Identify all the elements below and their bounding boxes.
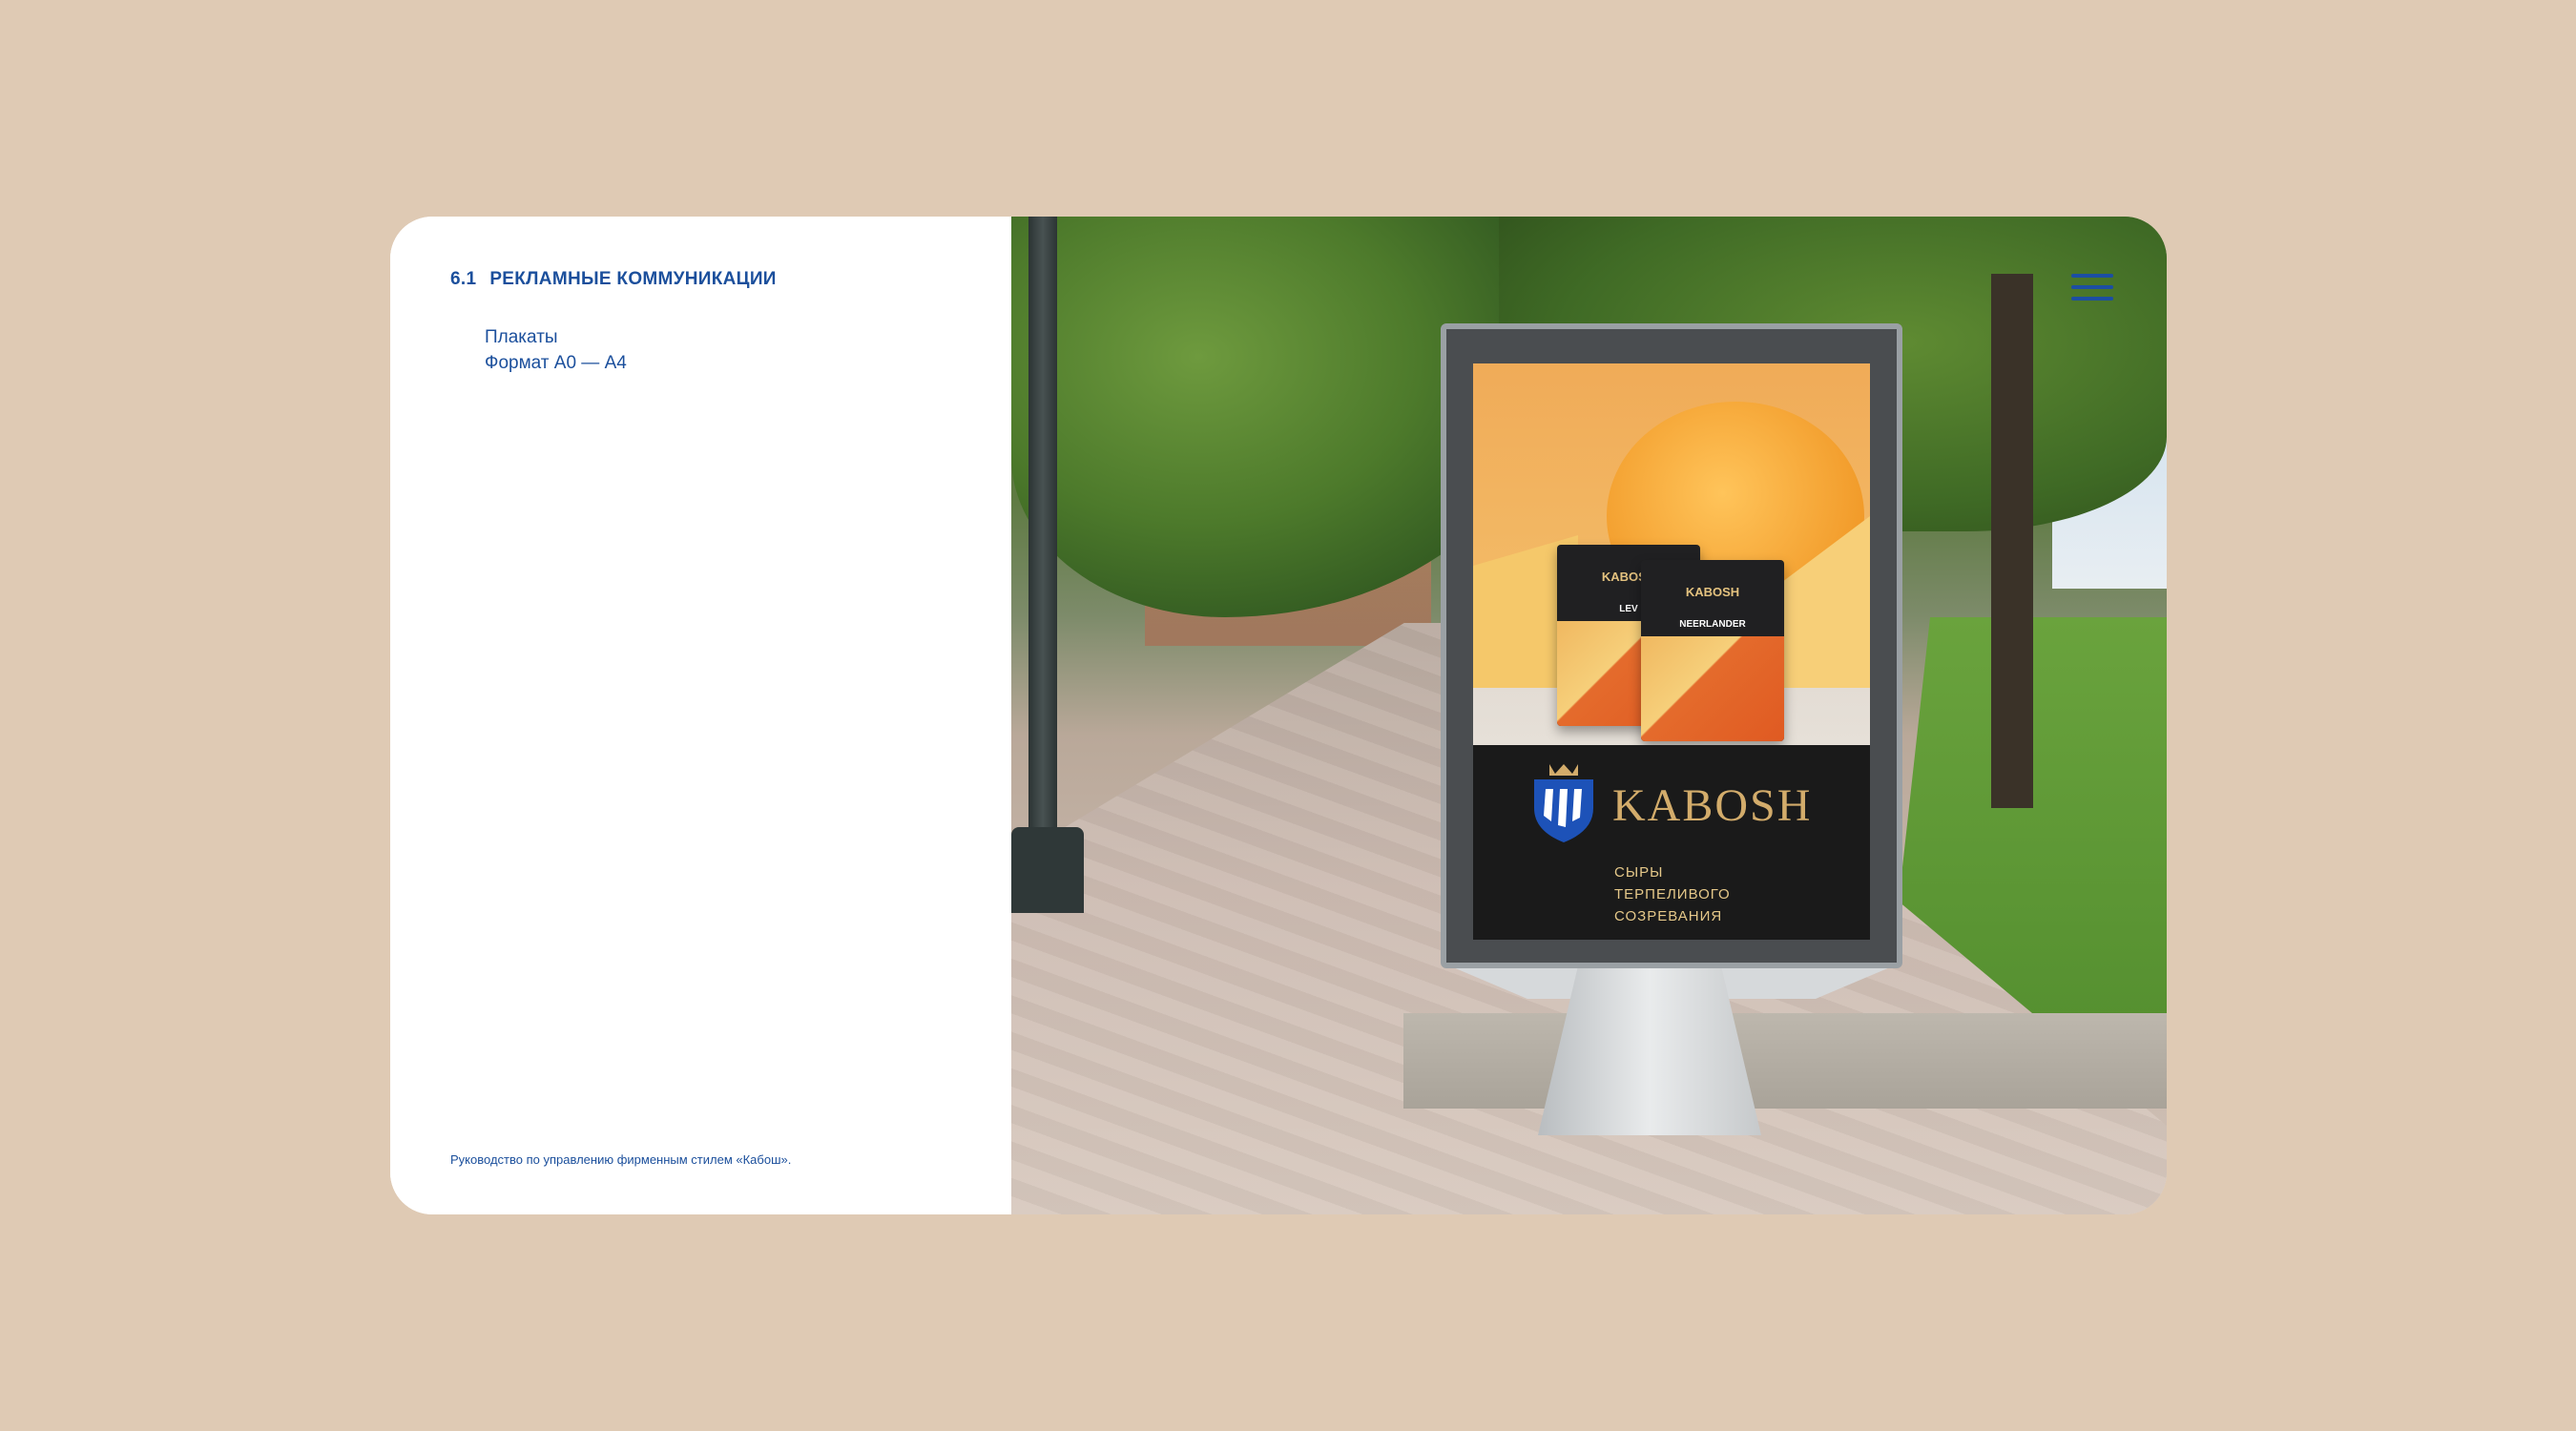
- poster-cheese-photo: KABOSH LEV KABOSH NEERLANDER: [1473, 363, 1870, 745]
- street-lamp-post: [1028, 217, 1057, 903]
- tree-trunk: [1991, 274, 2033, 808]
- tagline-line: ТЕРПЕЛИВОГО: [1614, 886, 1731, 902]
- brand-tagline: СЫРЫ ТЕРПЕЛИВОГО СОЗРЕВАНИЯ: [1614, 861, 1731, 927]
- section-items: Плакаты Формат А0 — А4: [485, 324, 627, 376]
- tagline-line: СОЗРЕВАНИЯ: [1614, 908, 1723, 924]
- package-window: [1641, 636, 1784, 741]
- menu-bar: [2071, 274, 2113, 278]
- section-item-format: Формат А0 — А4: [485, 353, 627, 373]
- section-item-posters: Плакаты: [485, 327, 558, 347]
- section-title: РЕКЛАМНЫЕ КОММУНИКАЦИИ: [489, 269, 777, 289]
- menu-bar: [2071, 297, 2113, 301]
- tagline-line: СЫРЫ: [1614, 864, 1664, 881]
- poster-brand-block: KABOSH СЫРЫ ТЕРПЕЛИВОГО СОЗРЕВАНИЯ: [1473, 745, 1870, 940]
- menu-bar: [2071, 285, 2113, 289]
- cheese-package: KABOSH NEERLANDER: [1641, 560, 1784, 741]
- hamburger-menu-icon[interactable]: [2071, 270, 2113, 304]
- poster: KABOSH LEV KABOSH NEERLANDER KABOSH СЫРЫ…: [1473, 363, 1870, 940]
- package-brand: KABOSH: [1685, 585, 1740, 599]
- billboard: KABOSH LEV KABOSH NEERLANDER KABOSH СЫРЫ…: [1441, 323, 1902, 968]
- curb: [1403, 1013, 2167, 1109]
- brand-guide-slide: 6.1 РЕКЛАМНЫЕ КОММУНИКАЦИИ Плакаты Форма…: [390, 217, 2167, 1214]
- kabosh-crest-icon: [1534, 764, 1593, 842]
- package-variety: NEERLANDER: [1679, 619, 1746, 630]
- section-heading: 6.1 РЕКЛАМНЫЕ КОММУНИКАЦИИ: [450, 269, 777, 290]
- brand-name: KABOSH: [1612, 780, 1813, 831]
- section-number: 6.1: [450, 269, 477, 289]
- billboard-photo: KABOSH LEV KABOSH NEERLANDER KABOSH СЫРЫ…: [1011, 217, 2167, 1214]
- footer-note: Руководство по управлению фирменным стил…: [450, 1152, 792, 1167]
- text-panel: 6.1 РЕКЛАМНЫЕ КОММУНИКАЦИИ Плакаты Форма…: [390, 217, 1011, 1214]
- street-lamp-base: [1011, 827, 1084, 913]
